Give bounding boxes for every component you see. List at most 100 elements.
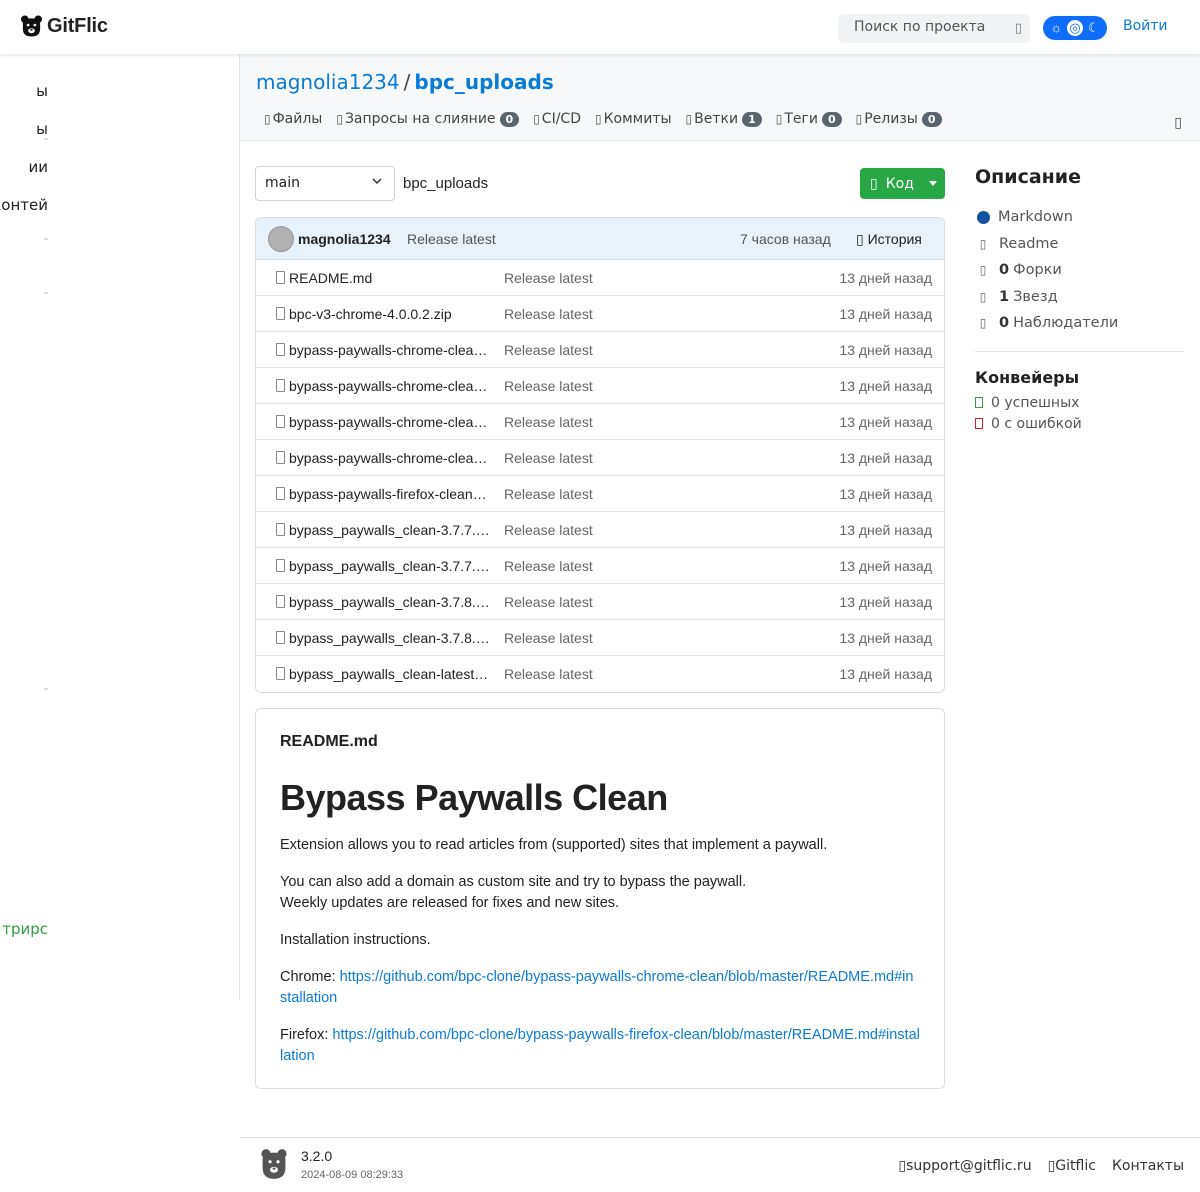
file-icon (276, 271, 285, 284)
gitflic-logo[interactable]: GitFlic (20, 14, 108, 38)
file-commit-message[interactable]: Release latest (504, 342, 593, 358)
sidebar-item-1[interactable]: ы (0, 82, 48, 100)
tab-releases[interactable]: ▯ Релизы 0 (856, 111, 942, 127)
file-name[interactable]: bpc-v3-chrome-4.0.0.2.zip (289, 306, 491, 322)
branch-icon: ▯ (685, 112, 693, 126)
file-row[interactable]: bypass-paywalls-chrome-clean-3.7.7.0.zip… (256, 368, 944, 404)
file-commit-message[interactable]: Release latest (504, 378, 593, 394)
file-row[interactable]: README.md Release latest 13 дней назад (256, 260, 944, 296)
contacts-link[interactable]: Контакты (1112, 1158, 1184, 1174)
file-name[interactable]: README.md (289, 270, 491, 286)
login-link[interactable]: Войти (1123, 18, 1168, 34)
tab-tags[interactable]: ▯ Теги 0 (776, 111, 842, 127)
file-icon (276, 379, 285, 392)
count-badge: 0 (821, 111, 842, 127)
forks-item[interactable]: ▯ 0 Форки (975, 257, 1184, 284)
file-row[interactable]: bypass_paywalls_clean-3.7.8.0.crx Release… (256, 584, 944, 620)
sidebar-divider (44, 688, 48, 690)
tab-label: Коммиты (603, 111, 672, 127)
avatar[interactable] (268, 226, 294, 252)
file-commit-message[interactable]: Release latest (504, 414, 593, 430)
file-commit-message[interactable]: Release latest (504, 594, 593, 610)
pipelines-success[interactable]: 0 успешных (975, 393, 1184, 414)
file-commit-message[interactable]: Release latest (504, 270, 593, 286)
file-icon (276, 487, 285, 500)
repo-name-link[interactable]: bpc_uploads (414, 70, 553, 94)
file-name[interactable]: bypass-paywalls-chrome-clean-3.7.8.0.zip (289, 450, 491, 466)
file-commit-message[interactable]: Release latest (504, 522, 593, 538)
sidebar-divider (44, 238, 48, 240)
file-name[interactable]: bypass_paywalls_clean-3.7.7.0.zip (289, 558, 491, 574)
file-row[interactable]: bypass_paywalls_clean-3.7.7.0.zip Release… (256, 548, 944, 584)
sidebar-item-2[interactable]: ы (0, 120, 48, 138)
file-row[interactable]: bypass_paywalls_clean-latest.xpi Release … (256, 656, 944, 692)
file-row[interactable]: bypass-paywalls-chrome-clean-3.7.8.0.crx… (256, 404, 944, 440)
bear-logo-icon (261, 1149, 287, 1179)
tab-commits[interactable]: ▯ Коммиты (595, 111, 672, 127)
file-row[interactable]: bypass_paywalls_clean-3.7.8.0.zip Release… (256, 620, 944, 656)
file-commit-message[interactable]: Release latest (504, 450, 593, 466)
count-badge: 0 (499, 111, 520, 127)
file-name[interactable]: bypass-paywalls-chrome-clean-3.7.7.0.zip (289, 378, 491, 394)
stars-item[interactable]: ▯ 1 Звезд (975, 284, 1184, 311)
code-button[interactable]: ▯ Код (860, 168, 945, 199)
footer-links: ▯support@gitflic.ru ▯Gitflic Контакты (898, 1158, 1184, 1174)
tab-merge-requests[interactable]: ▯ Запросы на слияние 0 (336, 111, 520, 127)
file-name[interactable]: bypass-paywalls-firefox-clean-latest.xpi (289, 486, 491, 502)
tab-files[interactable]: ▯ Файлы (264, 111, 322, 127)
file-row[interactable]: bypass-paywalls-firefox-clean-latest.xpi… (256, 476, 944, 512)
divider (975, 350, 1184, 352)
commit-author[interactable]: magnolia1234 (298, 231, 391, 247)
history-button[interactable]: ▯ История (856, 231, 922, 248)
file-commit-time: 13 дней назад (839, 306, 932, 322)
file-row[interactable]: bypass_paywalls_clean-3.7.7.0.crx Release… (256, 512, 944, 548)
repo-header: magnolia1234/bpc_uploads ▯ Файлы ▯ Запросы… (240, 54, 1200, 141)
sidebar-register-link[interactable]: трирс (0, 920, 48, 938)
watchers-item[interactable]: ▯ 0 Наблюдатели (975, 310, 1184, 337)
tab-cicd[interactable]: ▯ CI/CD (533, 111, 581, 127)
pipelines-failed[interactable]: 0 с ошибкой (975, 414, 1184, 435)
download-icon: ▯ (870, 175, 878, 192)
file-commit-message[interactable]: Release latest (504, 558, 593, 574)
readme-item[interactable]: ▯ Readme (975, 231, 1184, 258)
file-commit-message[interactable]: Release latest (504, 486, 593, 502)
dark-theme-icon[interactable]: ☾ (1086, 20, 1102, 36)
owner-link[interactable]: magnolia1234 (256, 70, 400, 94)
support-link[interactable]: ▯support@gitflic.ru (898, 1158, 1031, 1174)
gitflic-link[interactable]: ▯Gitflic (1048, 1158, 1096, 1174)
file-commit-message[interactable]: Release latest (504, 630, 593, 646)
file-commit-time: 13 дней назад (839, 450, 932, 466)
file-commit-message[interactable]: Release latest (504, 306, 593, 322)
more-icon[interactable]: ▯ (1174, 114, 1182, 131)
tab-branches[interactable]: ▯ Ветки 1 (686, 111, 762, 127)
auto-theme-icon[interactable]: ◎ (1066, 20, 1083, 36)
sidebar-item-4[interactable]: контей (0, 196, 48, 214)
chrome-install-link[interactable]: https://github.com/bpc-clone/bypass-payw… (280, 969, 913, 1006)
file-commit-message[interactable]: Release latest (504, 666, 593, 682)
description-title: Описание (975, 166, 1082, 188)
project-search[interactable]: ▯ (838, 14, 1030, 43)
sidebar-item-3[interactable]: ии (0, 158, 49, 176)
file-row[interactable]: bypass-paywalls-chrome-clean-3.7.8.0.zip… (256, 440, 944, 476)
file-name[interactable]: bypass-paywalls-chrome-clean-3.7.8.0.crx (289, 414, 491, 430)
file-name[interactable]: bypass_paywalls_clean-3.7.7.0.crx (289, 522, 491, 538)
current-path: bpc_uploads (403, 175, 489, 192)
release-icon: ▯ (855, 112, 863, 126)
file-name[interactable]: bypass_paywalls_clean-latest.xpi (289, 666, 491, 682)
commit-message[interactable]: Release latest (407, 231, 496, 247)
file-name[interactable]: bypass-paywalls-chrome-clean-3.7.7.0.crx (289, 342, 491, 358)
file-name[interactable]: bypass_paywalls_clean-3.7.8.0.zip (289, 630, 491, 646)
light-theme-icon[interactable]: ☼ (1048, 20, 1064, 36)
file-row[interactable]: bypass-paywalls-chrome-clean-3.7.7.0.crx… (256, 332, 944, 368)
watchers-count: 0 (999, 315, 1010, 332)
branch-select[interactable]: main (255, 166, 395, 201)
file-name[interactable]: bypass_paywalls_clean-3.7.8.0.crx (289, 594, 491, 610)
search-icon[interactable]: ▯ (1015, 20, 1022, 36)
firefox-install-link[interactable]: https://github.com/bpc-clone/bypass-payw… (280, 1027, 920, 1064)
app-version: 3.2.0 (301, 1148, 333, 1164)
file-row[interactable]: bpc-v3-chrome-4.0.0.2.zip Release latest 1… (256, 296, 944, 332)
theme-toggle[interactable]: ☼ ◎ ☾ (1043, 16, 1107, 40)
file-commit-time: 13 дней назад (839, 378, 932, 394)
tab-label: Запросы на слияние (344, 111, 496, 127)
search-input[interactable] (854, 19, 1004, 35)
